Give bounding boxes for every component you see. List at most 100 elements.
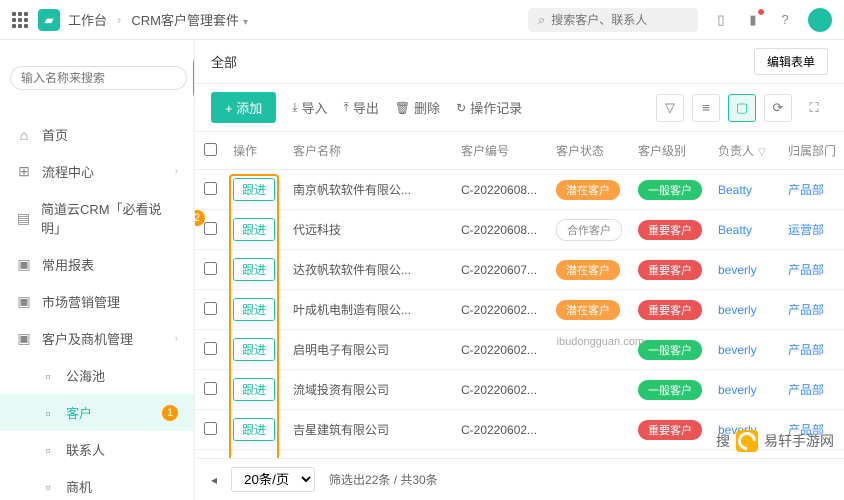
- tab-all[interactable]: 全部: [211, 52, 237, 71]
- cell-name: 南京帆软软件有限公...: [285, 170, 453, 210]
- column-header[interactable]: 客户级别: [630, 132, 710, 170]
- cell-owner[interactable]: Beatty: [710, 170, 780, 210]
- pager-summary: 筛选出22条 / 共30条: [329, 471, 438, 488]
- column-header[interactable]: 客户编号: [453, 132, 548, 170]
- help-icon[interactable]: ?: [776, 11, 794, 29]
- cell-dept[interactable]: 产品部: [780, 370, 844, 410]
- column-header[interactable]: 客户状态: [548, 132, 630, 170]
- cell-dept[interactable]: 产品部: [780, 250, 844, 290]
- column-header[interactable]: 客户名称: [285, 132, 453, 170]
- edit-form-button[interactable]: 编辑表单: [754, 48, 828, 75]
- sidebar-search-input[interactable]: [10, 66, 187, 90]
- sidebar-sub-item[interactable]: ▫客户1: [0, 394, 194, 431]
- column-header[interactable]: 负责人▽: [710, 132, 780, 170]
- level-pill: 重要客户: [638, 260, 702, 280]
- cell-owner[interactable]: beverly: [710, 450, 780, 459]
- filter-column-icon[interactable]: ▽: [758, 147, 766, 158]
- cell-owner[interactable]: beverly: [710, 410, 780, 450]
- row-checkbox[interactable]: [204, 182, 217, 195]
- bookmark-icon[interactable]: ▯: [712, 11, 730, 29]
- cell-status: 潜在客户: [548, 290, 630, 330]
- table-row[interactable]: 跟进 叶成机电制造有限公... C-20220602... 潜在客户 重要客户 …: [195, 290, 844, 330]
- fullscreen-icon[interactable]: ⛶: [800, 94, 828, 122]
- sub-label: 公海池: [66, 366, 105, 385]
- sidebar-item[interactable]: ⊞流程中心›: [0, 153, 194, 190]
- column-header[interactable]: 操作: [225, 132, 285, 170]
- app-grid-icon[interactable]: [12, 12, 28, 28]
- table-row[interactable]: 跟进 吉星建筑有限公司 C-20220602... 重要客户 beverly 产…: [195, 410, 844, 450]
- cell-owner[interactable]: beverly: [710, 290, 780, 330]
- level-pill: 重要客户: [638, 300, 702, 320]
- filter-icon[interactable]: ▽: [656, 94, 684, 122]
- cell-dept[interactable]: 产品部: [780, 410, 844, 450]
- sidebar-item[interactable]: ▣客户及商机管理›: [0, 320, 194, 357]
- table-row[interactable]: 跟进 南京帆软软件有限公... C-20220608... 潜在客户 一般客户 …: [195, 170, 844, 210]
- follow-button[interactable]: 跟进: [233, 418, 275, 441]
- cell-dept[interactable]: 产品部: [780, 450, 844, 459]
- sub-icon: ▫: [40, 442, 56, 458]
- notification-icon[interactable]: ▮: [744, 11, 762, 29]
- sub-icon: ▫: [40, 479, 56, 495]
- sidebar-item[interactable]: ▣常用报表: [0, 246, 194, 283]
- cell-dept[interactable]: 产品部: [780, 290, 844, 330]
- column-header[interactable]: 归属部门: [780, 132, 844, 170]
- log-button[interactable]: ↻操作记录: [456, 98, 522, 117]
- sidebar-item[interactable]: ▤简道云CRM「必看说明」: [0, 190, 194, 246]
- sidebar-sub-item[interactable]: ▫公海池: [0, 357, 194, 394]
- add-button[interactable]: + 添加: [211, 92, 276, 123]
- sidebar-sub-item[interactable]: ▫商机: [0, 468, 194, 500]
- select-all-checkbox[interactable]: [204, 143, 217, 156]
- table-row[interactable]: 跟进 流域投资有限公司 C-20220602... 一般客户 beverly 产…: [195, 370, 844, 410]
- nav-icon: ▣: [16, 330, 32, 347]
- cell-status: [548, 330, 630, 370]
- follow-button[interactable]: 跟进: [233, 178, 275, 201]
- follow-button[interactable]: 跟进: [233, 378, 275, 401]
- sub-icon: ▫: [40, 405, 56, 421]
- nav-icon: ▤: [16, 210, 31, 227]
- cell-dept[interactable]: 产品部: [780, 170, 844, 210]
- page-size-select[interactable]: 20条/页: [231, 467, 315, 492]
- follow-button[interactable]: 跟进: [233, 258, 275, 281]
- follow-button[interactable]: 跟进: [233, 338, 275, 361]
- sidebar-item[interactable]: ▣市场营销管理: [0, 283, 194, 320]
- customer-table: 操作客户名称客户编号客户状态客户级别负责人▽归属部门 跟进 南京帆软软件有限公.…: [195, 132, 844, 458]
- sidebar-sub-item[interactable]: ▫联系人: [0, 431, 194, 468]
- cell-owner[interactable]: beverly: [710, 250, 780, 290]
- pager-prev[interactable]: ◂: [211, 473, 217, 487]
- row-checkbox[interactable]: [204, 262, 217, 275]
- follow-button[interactable]: 跟进: [233, 298, 275, 321]
- table-row[interactable]: 跟进 示例：上海国仁有限... C-20220527... 潜在客户 重要客户 …: [195, 450, 844, 459]
- cell-dept[interactable]: 产品部: [780, 330, 844, 370]
- table-row[interactable]: 跟进 代远科技 C-20220608... 合作客户 重要客户 Beatty 运…: [195, 210, 844, 250]
- cell-name: 达孜帆软软件有限公...: [285, 250, 453, 290]
- row-checkbox[interactable]: [204, 342, 217, 355]
- crumb-workspace[interactable]: 工作台: [68, 10, 107, 29]
- import-button[interactable]: ⤓导入: [292, 98, 327, 117]
- delete-button[interactable]: 🗑删除: [395, 98, 440, 117]
- export-button[interactable]: ⤒导出: [344, 98, 379, 117]
- cell-owner[interactable]: Beatty: [710, 210, 780, 250]
- row-checkbox[interactable]: [204, 222, 217, 235]
- cell-owner[interactable]: beverly: [710, 330, 780, 370]
- export-icon: ⤒: [344, 100, 349, 115]
- crumb-app[interactable]: CRM客户管理套件: [131, 10, 248, 29]
- cell-owner[interactable]: beverly: [710, 370, 780, 410]
- view-list-icon[interactable]: ≡: [692, 94, 720, 122]
- view-card-icon[interactable]: ▢: [728, 94, 756, 122]
- global-search[interactable]: ⌕: [528, 8, 698, 32]
- level-pill: 重要客户: [638, 220, 702, 240]
- table-row[interactable]: 跟进 达孜帆软软件有限公... C-20220607... 潜在客户 重要客户 …: [195, 250, 844, 290]
- row-checkbox[interactable]: [204, 382, 217, 395]
- refresh-icon[interactable]: ⟳: [764, 94, 792, 122]
- sidebar-item[interactable]: ⌂首页: [0, 116, 194, 153]
- logo-icon: ▰: [38, 9, 60, 31]
- row-checkbox[interactable]: [204, 302, 217, 315]
- table-row[interactable]: 跟进 启明电子有限公司 C-20220602... 一般客户 beverly 产…: [195, 330, 844, 370]
- cell-level: 重要客户: [630, 450, 710, 459]
- row-checkbox[interactable]: [204, 422, 217, 435]
- user-avatar[interactable]: [808, 8, 832, 32]
- cell-dept[interactable]: 运营部: [780, 210, 844, 250]
- global-search-input[interactable]: [551, 13, 706, 27]
- follow-button[interactable]: 跟进: [233, 218, 275, 241]
- cell-code: C-20220608...: [453, 170, 548, 210]
